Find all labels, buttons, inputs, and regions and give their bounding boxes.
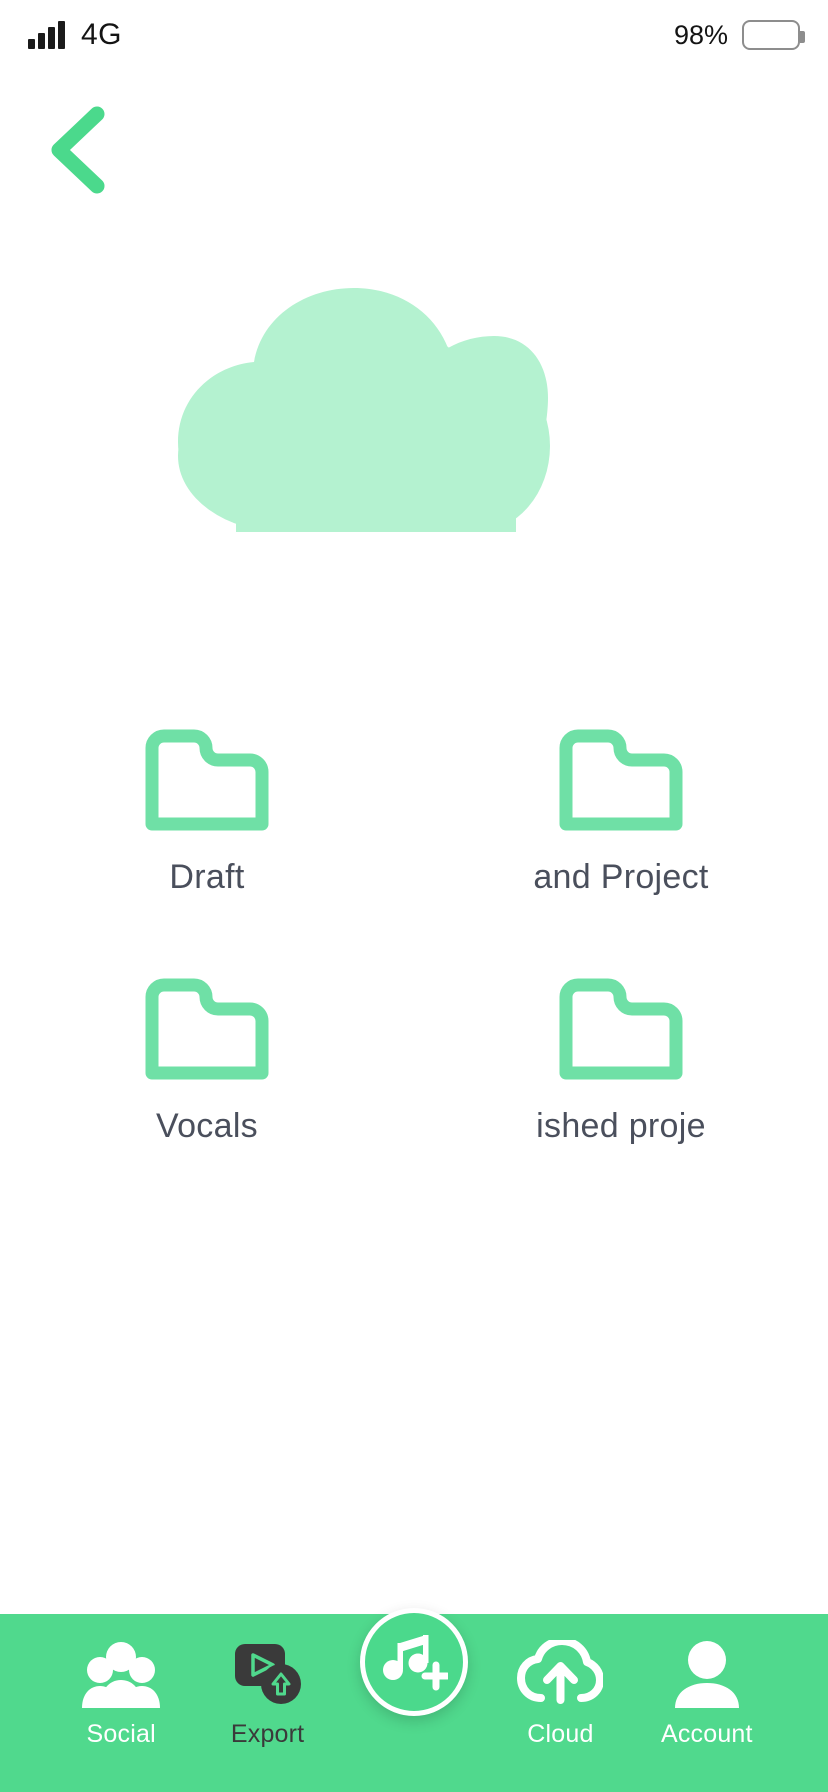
folder-label: ished proje <box>536 1107 706 1145</box>
folder-item[interactable]: Draft <box>0 726 414 897</box>
cloud-illustration <box>176 286 550 532</box>
user-person-icon <box>674 1641 739 1708</box>
folder-grid: Draft and Project Vocals ished proje <box>0 726 828 1146</box>
status-bar: 4G 98% <box>0 0 828 70</box>
nav-label: Social <box>86 1720 156 1748</box>
add-music-fab-button[interactable] <box>360 1608 468 1716</box>
nav-item-export[interactable]: Export <box>194 1640 340 1749</box>
folder-label: and Project <box>533 858 709 896</box>
folder-label: Draft <box>169 858 245 896</box>
folder-label: Vocals <box>156 1107 258 1145</box>
folder-icon <box>145 978 269 1080</box>
nav-label: Account <box>660 1720 753 1748</box>
nav-item-social[interactable]: Social <box>48 1640 194 1749</box>
battery-percent-label: 98% <box>673 19 728 50</box>
bottom-navigation-bar: Social Export Cloud Account <box>0 1608 828 1792</box>
folder-icon <box>559 729 683 831</box>
chevron-left-icon <box>51 106 105 194</box>
signal-bars-icon <box>28 21 65 49</box>
nav-label: Cloud <box>527 1720 594 1748</box>
nav-item-account[interactable]: Account <box>634 1640 780 1749</box>
back-button[interactable] <box>30 104 122 196</box>
folder-item[interactable]: Vocals <box>0 975 414 1146</box>
cloud-upload-icon <box>517 1640 604 1704</box>
video-export-icon <box>234 1644 301 1704</box>
cloud-icon <box>178 288 550 532</box>
battery-icon <box>742 20 805 50</box>
nav-item-cloud[interactable]: Cloud <box>487 1640 633 1749</box>
folder-item[interactable]: and Project <box>414 726 828 897</box>
app-screen: 4G 98% Draft and Project Vocals ished pr… <box>0 0 828 1792</box>
folder-icon <box>145 729 269 831</box>
network-type-label: 4G <box>81 18 123 51</box>
status-bar-left: 4G <box>28 18 122 52</box>
folder-icon <box>559 978 683 1080</box>
status-bar-right: 98% <box>673 19 805 51</box>
folder-item[interactable]: ished proje <box>414 975 828 1146</box>
people-group-icon <box>82 1642 161 1708</box>
music-note-plus-icon <box>383 1635 448 1691</box>
nav-label: Export <box>230 1720 305 1748</box>
